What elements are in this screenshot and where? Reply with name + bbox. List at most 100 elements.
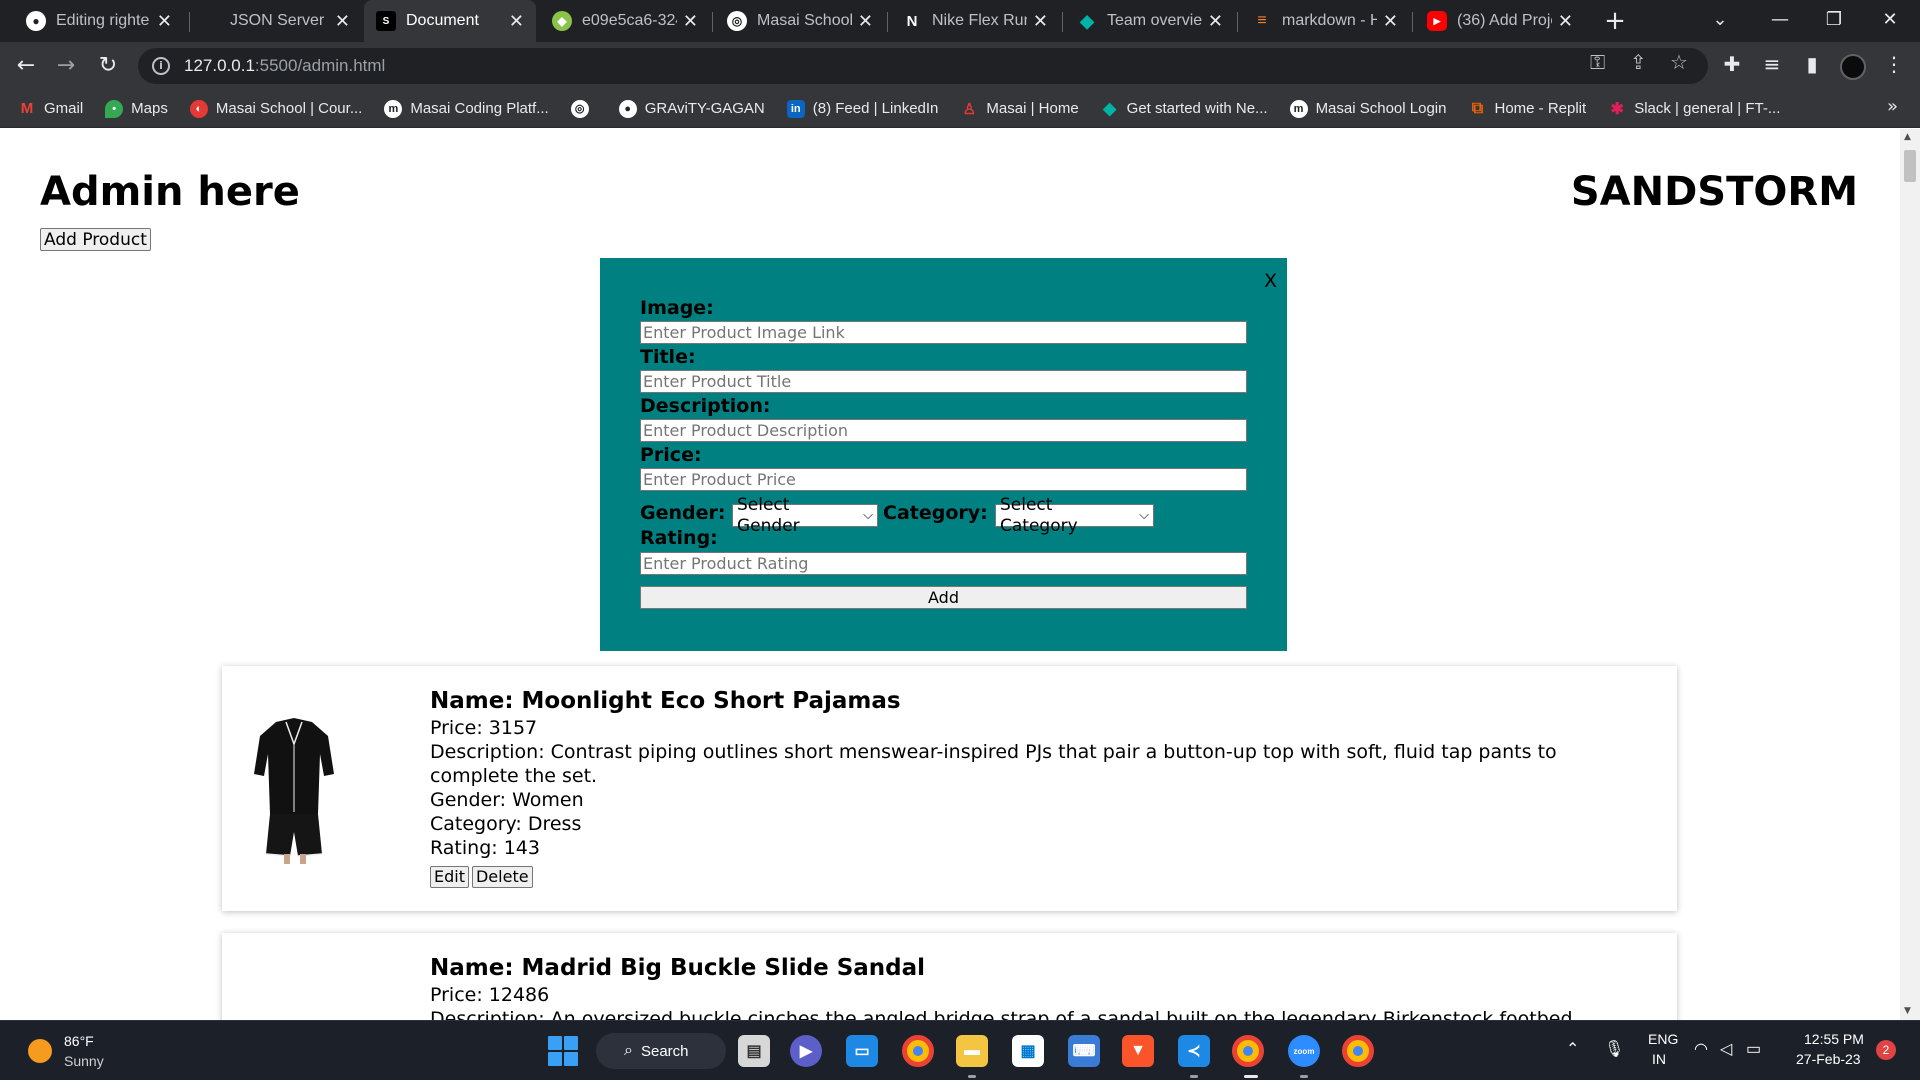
price-input[interactable]: Enter Product Price bbox=[640, 468, 1247, 491]
tab-json-server[interactable]: JSON Server ✕ bbox=[192, 0, 362, 42]
close-icon[interactable]: ✕ bbox=[509, 11, 524, 32]
scroll-up-icon[interactable]: ▲ bbox=[1904, 132, 1911, 142]
weather-condition[interactable]: Sunny bbox=[64, 1053, 104, 1069]
tab-e09e5ca6[interactable]: ◆ e09e5ca6-324 ✕ bbox=[540, 0, 710, 42]
delete-button[interactable]: Delete bbox=[471, 866, 533, 888]
chrome-icon[interactable] bbox=[902, 1035, 934, 1067]
bookmark-linkedin[interactable]: in (8) Feed | LinkedIn bbox=[786, 99, 938, 118]
bookmark-gmail[interactable]: M Gmail bbox=[18, 100, 83, 118]
bookmarks-overflow-icon[interactable]: » bbox=[1887, 96, 1898, 117]
notification-badge[interactable]: 2 bbox=[1876, 1040, 1896, 1060]
clock-date[interactable]: 27-Feb-23 bbox=[1796, 1051, 1861, 1067]
wifi-icon[interactable]: ◠ bbox=[1694, 1039, 1708, 1059]
tab-markdown[interactable]: ≡ markdown - H ✕ bbox=[1240, 0, 1410, 42]
brave-icon[interactable]: ▼ bbox=[1122, 1035, 1154, 1067]
windows-start-button[interactable] bbox=[548, 1036, 578, 1066]
close-icon[interactable]: ✕ bbox=[683, 11, 698, 32]
restore-icon[interactable]: ❐ bbox=[1806, 0, 1862, 42]
gender-label: Gender: bbox=[640, 502, 726, 524]
menu-kebab-icon[interactable]: ⋮ bbox=[1880, 52, 1908, 76]
zoom-icon[interactable]: zoom bbox=[1288, 1035, 1320, 1067]
tab-search-chevron-icon[interactable]: ⌄ bbox=[1692, 0, 1748, 42]
scroll-down-icon[interactable]: ▼ bbox=[1904, 1006, 1911, 1016]
battery-icon[interactable]: ▭ bbox=[1746, 1039, 1761, 1059]
scrollbar-thumb[interactable] bbox=[1904, 150, 1916, 182]
edit-button[interactable]: Edit bbox=[430, 866, 469, 888]
folder-icon[interactable]: ▬ bbox=[956, 1035, 988, 1067]
image-input[interactable]: Enter Product Image Link bbox=[640, 321, 1247, 344]
bookmark-get-started[interactable]: ◆ Get started with Ne... bbox=[1101, 99, 1267, 118]
close-icon[interactable]: ✕ bbox=[1383, 11, 1398, 32]
bookmark-masai-home[interactable]: ♙ Masai | Home bbox=[960, 100, 1079, 118]
microphone-icon[interactable]: 🎙 bbox=[1604, 1039, 1624, 1059]
volume-icon[interactable]: ◁ bbox=[1720, 1039, 1732, 1059]
tab-nike-flex-run[interactable]: N Nike Flex Run ✕ bbox=[890, 0, 1060, 42]
vscode-icon[interactable]: ≺ bbox=[1178, 1035, 1210, 1067]
youtube-icon: ▶ bbox=[1427, 11, 1447, 31]
language-bottom[interactable]: IN bbox=[1652, 1051, 1666, 1067]
close-icon[interactable]: ✕ bbox=[157, 11, 172, 32]
modal-close-button[interactable]: X bbox=[1264, 270, 1277, 292]
new-tab-button[interactable]: + bbox=[1598, 4, 1632, 38]
bookmark-slack[interactable]: ✱ Slack | general | FT-... bbox=[1608, 100, 1780, 118]
close-icon[interactable]: ✕ bbox=[858, 11, 873, 32]
bookmark-masai-course[interactable]: ◐ Masai School | Cour... bbox=[189, 99, 362, 118]
back-icon[interactable]: ← bbox=[8, 48, 44, 84]
address-bar[interactable]: i 127.0.0.1:5500/admin.html bbox=[138, 48, 1708, 84]
title-label: Title: bbox=[640, 346, 696, 368]
category-select[interactable]: Select Category ⌵ bbox=[995, 495, 1154, 536]
close-icon[interactable]: ✕ bbox=[1033, 11, 1048, 32]
tab-masai-school[interactable]: ◎ Masai School ✕ bbox=[715, 0, 885, 42]
title-input[interactable]: Enter Product Title bbox=[640, 370, 1247, 393]
keyboard-icon[interactable]: ⌨ bbox=[1068, 1035, 1100, 1067]
media-controls-icon[interactable]: ≡ bbox=[1758, 52, 1786, 76]
tab-document[interactable]: S Document ✕ bbox=[364, 0, 536, 42]
page-scrollbar[interactable] bbox=[1900, 129, 1920, 1020]
clock-time[interactable]: 12:55 PM bbox=[1804, 1031, 1864, 1047]
store-icon[interactable]: ▦ bbox=[1012, 1035, 1044, 1067]
close-icon[interactable]: ✕ bbox=[1208, 11, 1223, 32]
bookmark-github-gagan[interactable]: ● GRAviTY-GAGAN bbox=[618, 99, 765, 118]
taskbar-search[interactable]: ⌕ Search bbox=[596, 1033, 726, 1069]
extensions-icon[interactable]: ✚ bbox=[1718, 52, 1746, 76]
add-product-button[interactable]: Add Product bbox=[40, 228, 151, 251]
product-info: Name: Moonlight Eco Short Pajamas Price:… bbox=[430, 686, 1650, 888]
bookmark-masai-login[interactable]: m Masai School Login bbox=[1289, 99, 1446, 118]
language-top[interactable]: ENG bbox=[1648, 1031, 1678, 1047]
chrome-icon[interactable] bbox=[1232, 1035, 1264, 1067]
tab-youtube-add-project[interactable]: ▶ (36) Add Proje ✕ bbox=[1415, 0, 1585, 42]
forward-icon[interactable]: → bbox=[48, 48, 84, 84]
share-icon[interactable]: ⇪ bbox=[1630, 50, 1647, 74]
tab-label: Nike Flex Run bbox=[932, 12, 1027, 29]
tray-overflow-chevron-icon[interactable]: ⌃ bbox=[1566, 1039, 1579, 1059]
profile-avatar[interactable] bbox=[1840, 54, 1866, 80]
bookmark-globe[interactable]: ◎ bbox=[570, 99, 597, 118]
gender-select[interactable]: Select Gender ⌵ bbox=[732, 495, 878, 536]
weather-temperature[interactable]: 86°F bbox=[64, 1033, 94, 1049]
masai-m-icon: m bbox=[384, 99, 403, 118]
side-panel-icon[interactable]: ▮ bbox=[1798, 52, 1826, 76]
bookmark-replit[interactable]: ⧉ Home - Replit bbox=[1468, 100, 1586, 118]
sun-icon[interactable] bbox=[28, 1039, 52, 1063]
category-label: Category: bbox=[883, 502, 988, 524]
tab-team-overview[interactable]: ◆ Team overvie ✕ bbox=[1065, 0, 1235, 42]
close-window-icon[interactable]: ✕ bbox=[1862, 0, 1918, 42]
add-submit-button[interactable]: Add bbox=[640, 586, 1247, 609]
chrome-icon[interactable] bbox=[1342, 1035, 1374, 1067]
tab-github-editing[interactable]: ● Editing righte ✕ bbox=[14, 0, 184, 42]
site-info-icon[interactable]: i bbox=[152, 57, 170, 75]
globe-icon: ◎ bbox=[570, 99, 589, 118]
bookmark-maps[interactable]: • Maps bbox=[105, 99, 168, 118]
reload-icon[interactable]: ↻ bbox=[90, 48, 126, 84]
file-explorer-icon[interactable]: ▤ bbox=[738, 1035, 770, 1067]
rating-input[interactable]: Enter Product Rating bbox=[640, 552, 1247, 575]
bookmark-star-icon[interactable]: ☆ bbox=[1670, 50, 1688, 74]
teams-icon[interactable]: ▶ bbox=[790, 1035, 822, 1067]
minimize-icon[interactable]: — bbox=[1752, 0, 1808, 42]
description-input[interactable]: Enter Product Description bbox=[640, 419, 1247, 442]
bookmark-masai-coding[interactable]: m Masai Coding Platf... bbox=[384, 99, 549, 118]
monitor-icon[interactable]: ▭ bbox=[846, 1035, 878, 1067]
close-icon[interactable]: ✕ bbox=[1558, 11, 1573, 32]
key-icon[interactable]: ⚿ bbox=[1590, 50, 1605, 74]
close-icon[interactable]: ✕ bbox=[335, 11, 350, 32]
